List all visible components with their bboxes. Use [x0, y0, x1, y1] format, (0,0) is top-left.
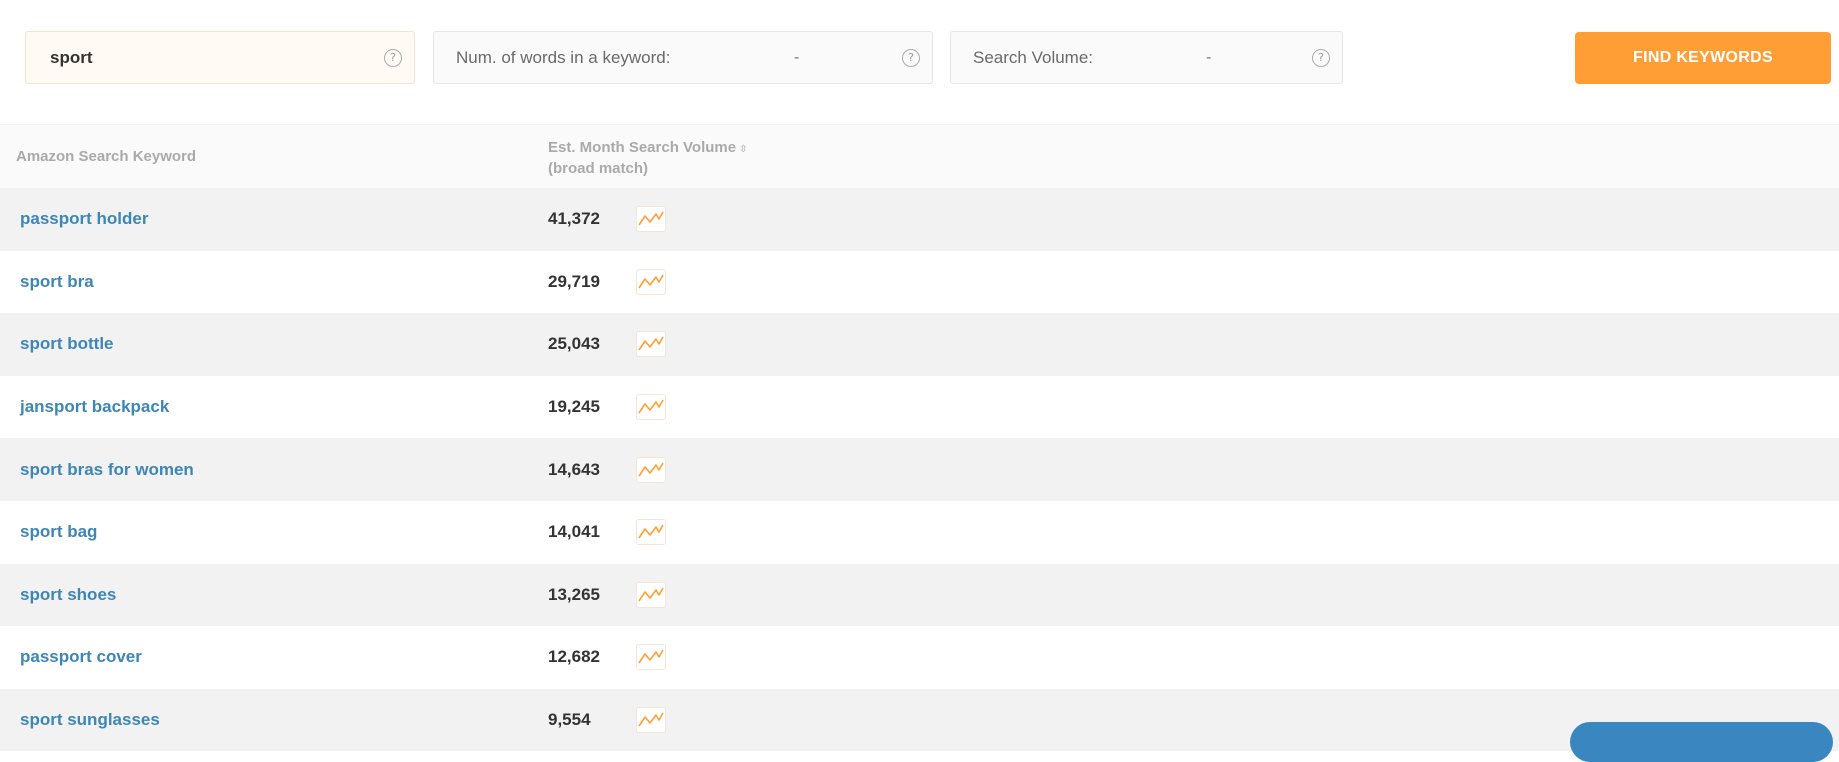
table-row: sport bra 29,719 [0, 250, 1839, 314]
trend-chart-icon [638, 399, 664, 414]
search-volume-label: Search Volume: [973, 47, 1094, 67]
table-row: passport holder 41,372 [0, 188, 1839, 251]
keyword-link[interactable]: sport shoes [20, 585, 116, 605]
trend-chart-button[interactable] [636, 456, 666, 483]
table-row: jansport backpack 19,245 [0, 375, 1839, 439]
keywords-table: Amazon Search Keyword Est. Month Search … [0, 124, 1839, 752]
column-header-volume[interactable]: Est. Month Search Volume ⇳ (broad match) [548, 138, 747, 178]
trend-chart-icon [638, 462, 664, 477]
search-toolbar: ? Num. of words in a keyword: - ? Search… [0, 0, 1839, 124]
trend-chart-icon [638, 274, 664, 289]
table-row: sport shoes 13,265 [0, 563, 1839, 627]
num-words-label: Num. of words in a keyword: [456, 47, 671, 67]
trend-chart-icon [638, 524, 664, 539]
trend-chart-button[interactable] [636, 331, 666, 358]
trend-chart-icon [638, 337, 664, 351]
chat-widget-button[interactable] [1570, 722, 1833, 762]
search-volume-value: 41,372 [548, 209, 600, 229]
keyword-link[interactable]: sport bottle [20, 334, 114, 354]
search-volume-value: 19,245 [548, 397, 600, 417]
question-circle-icon[interactable]: ? [1312, 48, 1330, 67]
search-volume-filter[interactable]: Search Volume: - ? [950, 31, 1343, 84]
trend-chart-icon [638, 712, 664, 727]
column-header-volume-line2: (broad match) [548, 160, 649, 177]
search-volume-value: 25,043 [548, 334, 600, 354]
keyword-field[interactable]: ? [25, 31, 415, 84]
trend-chart-button[interactable] [636, 644, 666, 671]
trend-chart-button[interactable] [636, 394, 666, 421]
trend-chart-icon [638, 587, 664, 602]
column-header-keyword: Amazon Search Keyword [16, 148, 197, 165]
trend-chart-button[interactable] [636, 707, 666, 734]
table-body: passport holder 41,372 sport bra 29,719 spor… [0, 188, 1839, 752]
table-row: sport bras for women 14,643 [0, 438, 1839, 501]
keyword-link[interactable]: jansport backpack [20, 397, 169, 417]
sort-icon[interactable]: ⇳ [739, 144, 747, 155]
table-header: Amazon Search Keyword Est. Month Search … [0, 124, 1839, 188]
search-volume-value: 14,041 [548, 522, 600, 542]
trend-chart-button[interactable] [636, 581, 666, 608]
trend-chart-icon [638, 211, 664, 226]
search-volume-value: 29,719 [548, 271, 600, 291]
num-words-value[interactable]: - [794, 49, 799, 67]
keyword-link[interactable]: passport cover [20, 647, 142, 667]
column-header-volume-line1: Est. Month Search Volume [548, 139, 737, 156]
keyword-input[interactable] [26, 32, 370, 83]
find-keywords-button[interactable]: FIND KEYWORDS [1575, 32, 1831, 84]
keyword-link[interactable]: sport bag [20, 522, 97, 542]
keyword-link[interactable]: passport holder [20, 209, 148, 229]
search-volume-value: 12,682 [548, 647, 600, 667]
trend-chart-button[interactable] [636, 268, 666, 295]
trend-chart-button[interactable] [636, 206, 666, 233]
trend-chart-button[interactable] [636, 519, 666, 546]
question-circle-icon[interactable]: ? [902, 48, 920, 67]
question-circle-icon[interactable]: ? [384, 48, 402, 67]
table-row: sport bag 14,041 [0, 500, 1839, 564]
table-row: sport sunglasses 9,554 [0, 688, 1839, 752]
table-row: passport cover 12,682 [0, 626, 1839, 689]
search-volume-value: 13,265 [548, 584, 600, 604]
search-volume-value[interactable]: - [1206, 49, 1211, 67]
table-row: sport bottle 25,043 [0, 313, 1839, 376]
num-words-filter[interactable]: Num. of words in a keyword: - ? [433, 31, 933, 84]
trend-chart-icon [638, 650, 664, 664]
search-volume-value: 9,554 [548, 710, 591, 730]
search-volume-value: 14,643 [548, 459, 600, 479]
keyword-link[interactable]: sport sunglasses [20, 710, 160, 730]
keyword-link[interactable]: sport bra [20, 272, 94, 292]
keyword-link[interactable]: sport bras for women [20, 460, 194, 480]
